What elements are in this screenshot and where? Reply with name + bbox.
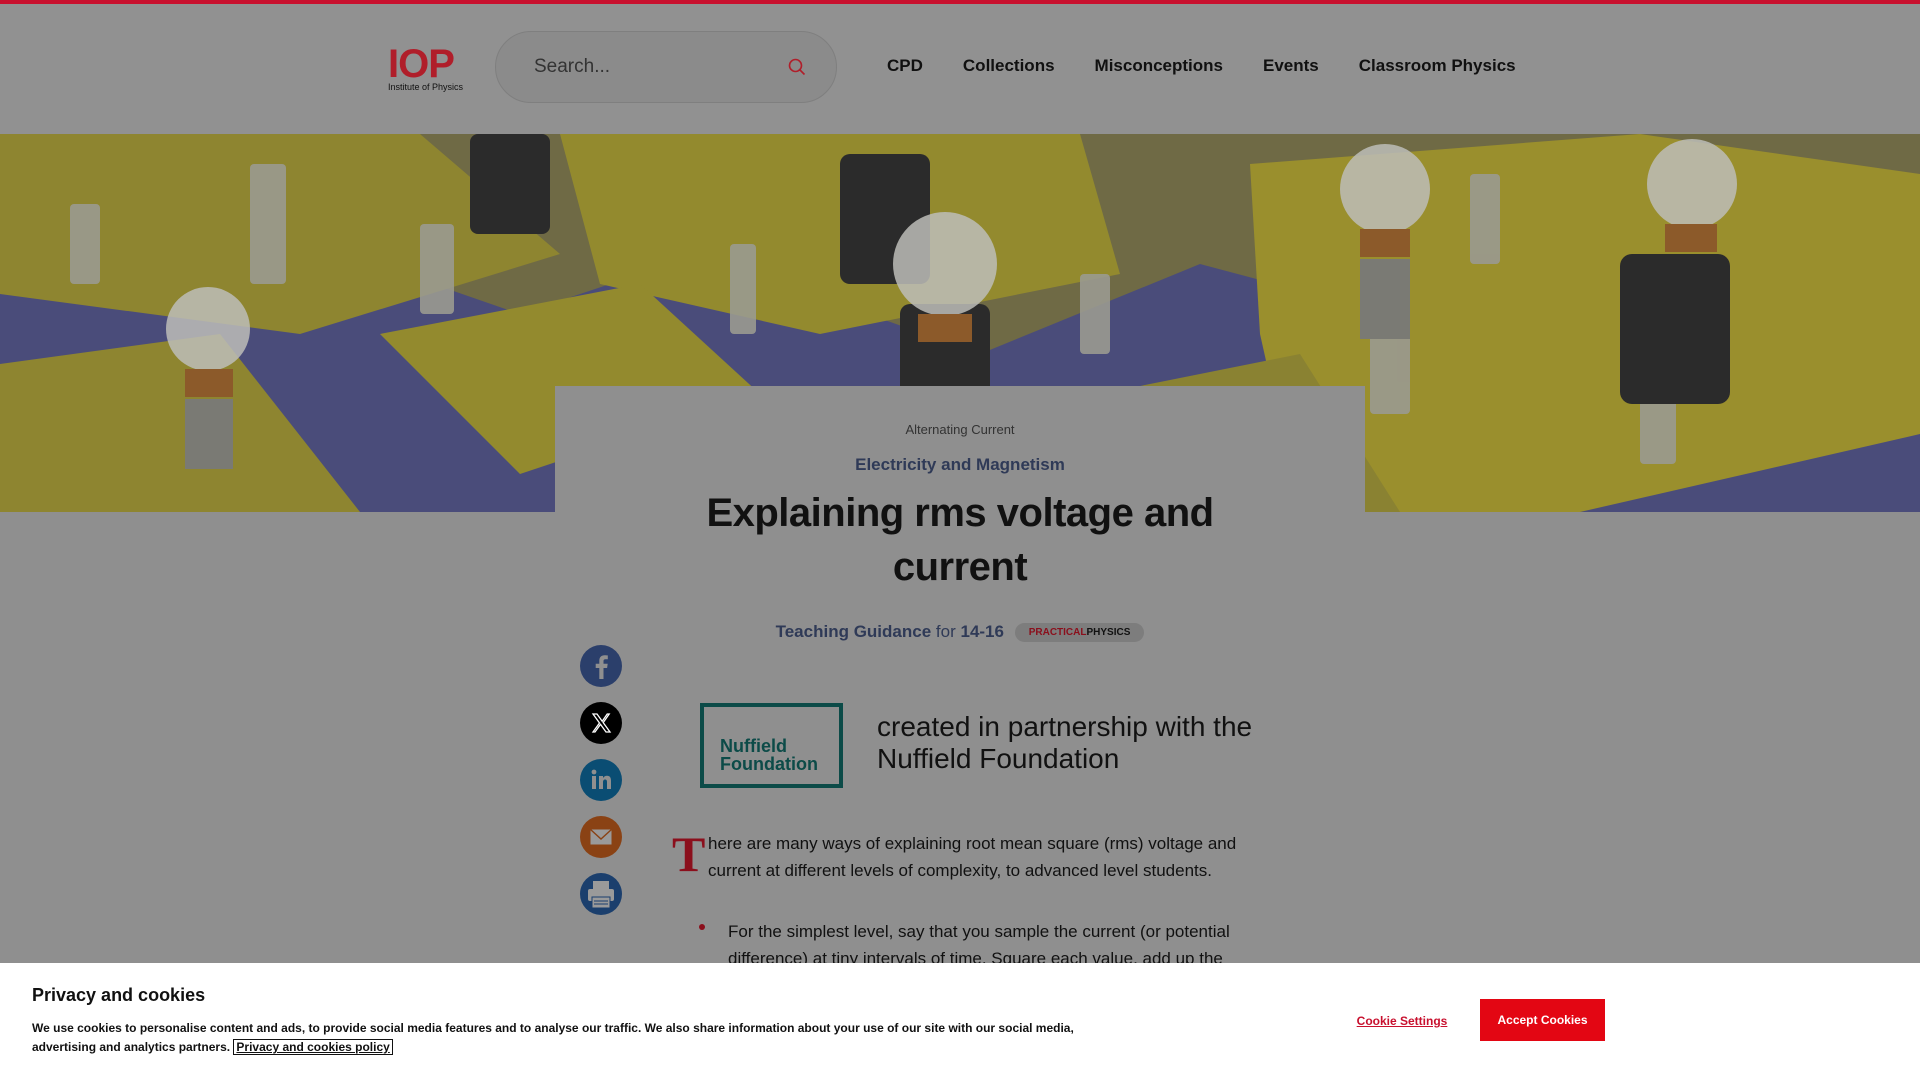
x-icon — [580, 702, 622, 744]
facebook-icon — [580, 645, 622, 687]
nav-classroom-physics[interactable]: Classroom Physics — [1359, 56, 1516, 76]
practical-physics-badge: PRACTICALPHYSICS — [1014, 623, 1145, 643]
breadcrumb[interactable]: Alternating Current — [555, 422, 1365, 437]
meta-age: 14-16 — [960, 622, 1004, 641]
share-linkedin[interactable] — [580, 759, 622, 801]
cookie-title: Privacy and cookies — [32, 985, 206, 1005]
badge-part2: PHYSICS — [1086, 627, 1131, 639]
nav-cpd[interactable]: CPD — [887, 56, 923, 76]
nav-collections[interactable]: Collections — [963, 56, 1055, 76]
iop-logo[interactable]: IOP Institute of Physics — [388, 44, 468, 94]
page-title: Explaining rms voltage and current — [706, 491, 1214, 589]
linkedin-icon — [580, 759, 622, 801]
search-icon[interactable] — [788, 58, 806, 76]
search-box — [495, 31, 837, 103]
search-input[interactable] — [534, 52, 774, 82]
partner-logo-line2: Foundation — [720, 754, 818, 774]
share-facebook[interactable] — [580, 645, 622, 687]
nuffield-foundation-logo: Nuffield Foundation — [700, 703, 843, 788]
print-icon — [580, 873, 622, 915]
topic-label[interactable]: Electricity and Magnetism — [555, 455, 1365, 475]
nav-events[interactable]: Events — [1263, 56, 1319, 76]
cookie-description: We use cookies to personalise content an… — [32, 1019, 1092, 1057]
share-email[interactable] — [580, 816, 622, 858]
partner-statement: created in partnership with the Nuffield… — [877, 711, 1253, 774]
meta-type: Teaching Guidance — [775, 622, 932, 641]
share-print[interactable] — [580, 873, 622, 915]
badge-part1: PRACTICAL — [1028, 627, 1087, 639]
main-nav: CPD Collections Misconceptions Events Cl… — [887, 56, 1556, 76]
meta-for: for — [935, 622, 956, 641]
article-meta: Teaching Guidance for 14-16 PRACTICALPHY… — [555, 622, 1365, 643]
share-x[interactable] — [580, 702, 622, 744]
cookie-settings-button[interactable]: Cookie Settings — [1342, 1011, 1462, 1031]
partner-logo-line1: Nuffield — [720, 736, 787, 756]
nav-misconceptions[interactable]: Misconceptions — [1095, 56, 1223, 76]
privacy-policy-link[interactable]: Privacy and cookies policy — [233, 1039, 393, 1055]
intro-paragraph: here are many ways of explaining root me… — [708, 834, 1237, 880]
logo-mark: IOP — [388, 42, 455, 86]
accept-cookies-button[interactable]: Accept Cookies — [1480, 999, 1605, 1041]
email-icon — [580, 816, 622, 858]
bullet-marker — [699, 924, 705, 930]
cookie-text: We use cookies to personalise content an… — [32, 1021, 1074, 1054]
drop-cap: T — [672, 826, 706, 882]
logo-subtitle: Institute of Physics — [388, 82, 464, 92]
